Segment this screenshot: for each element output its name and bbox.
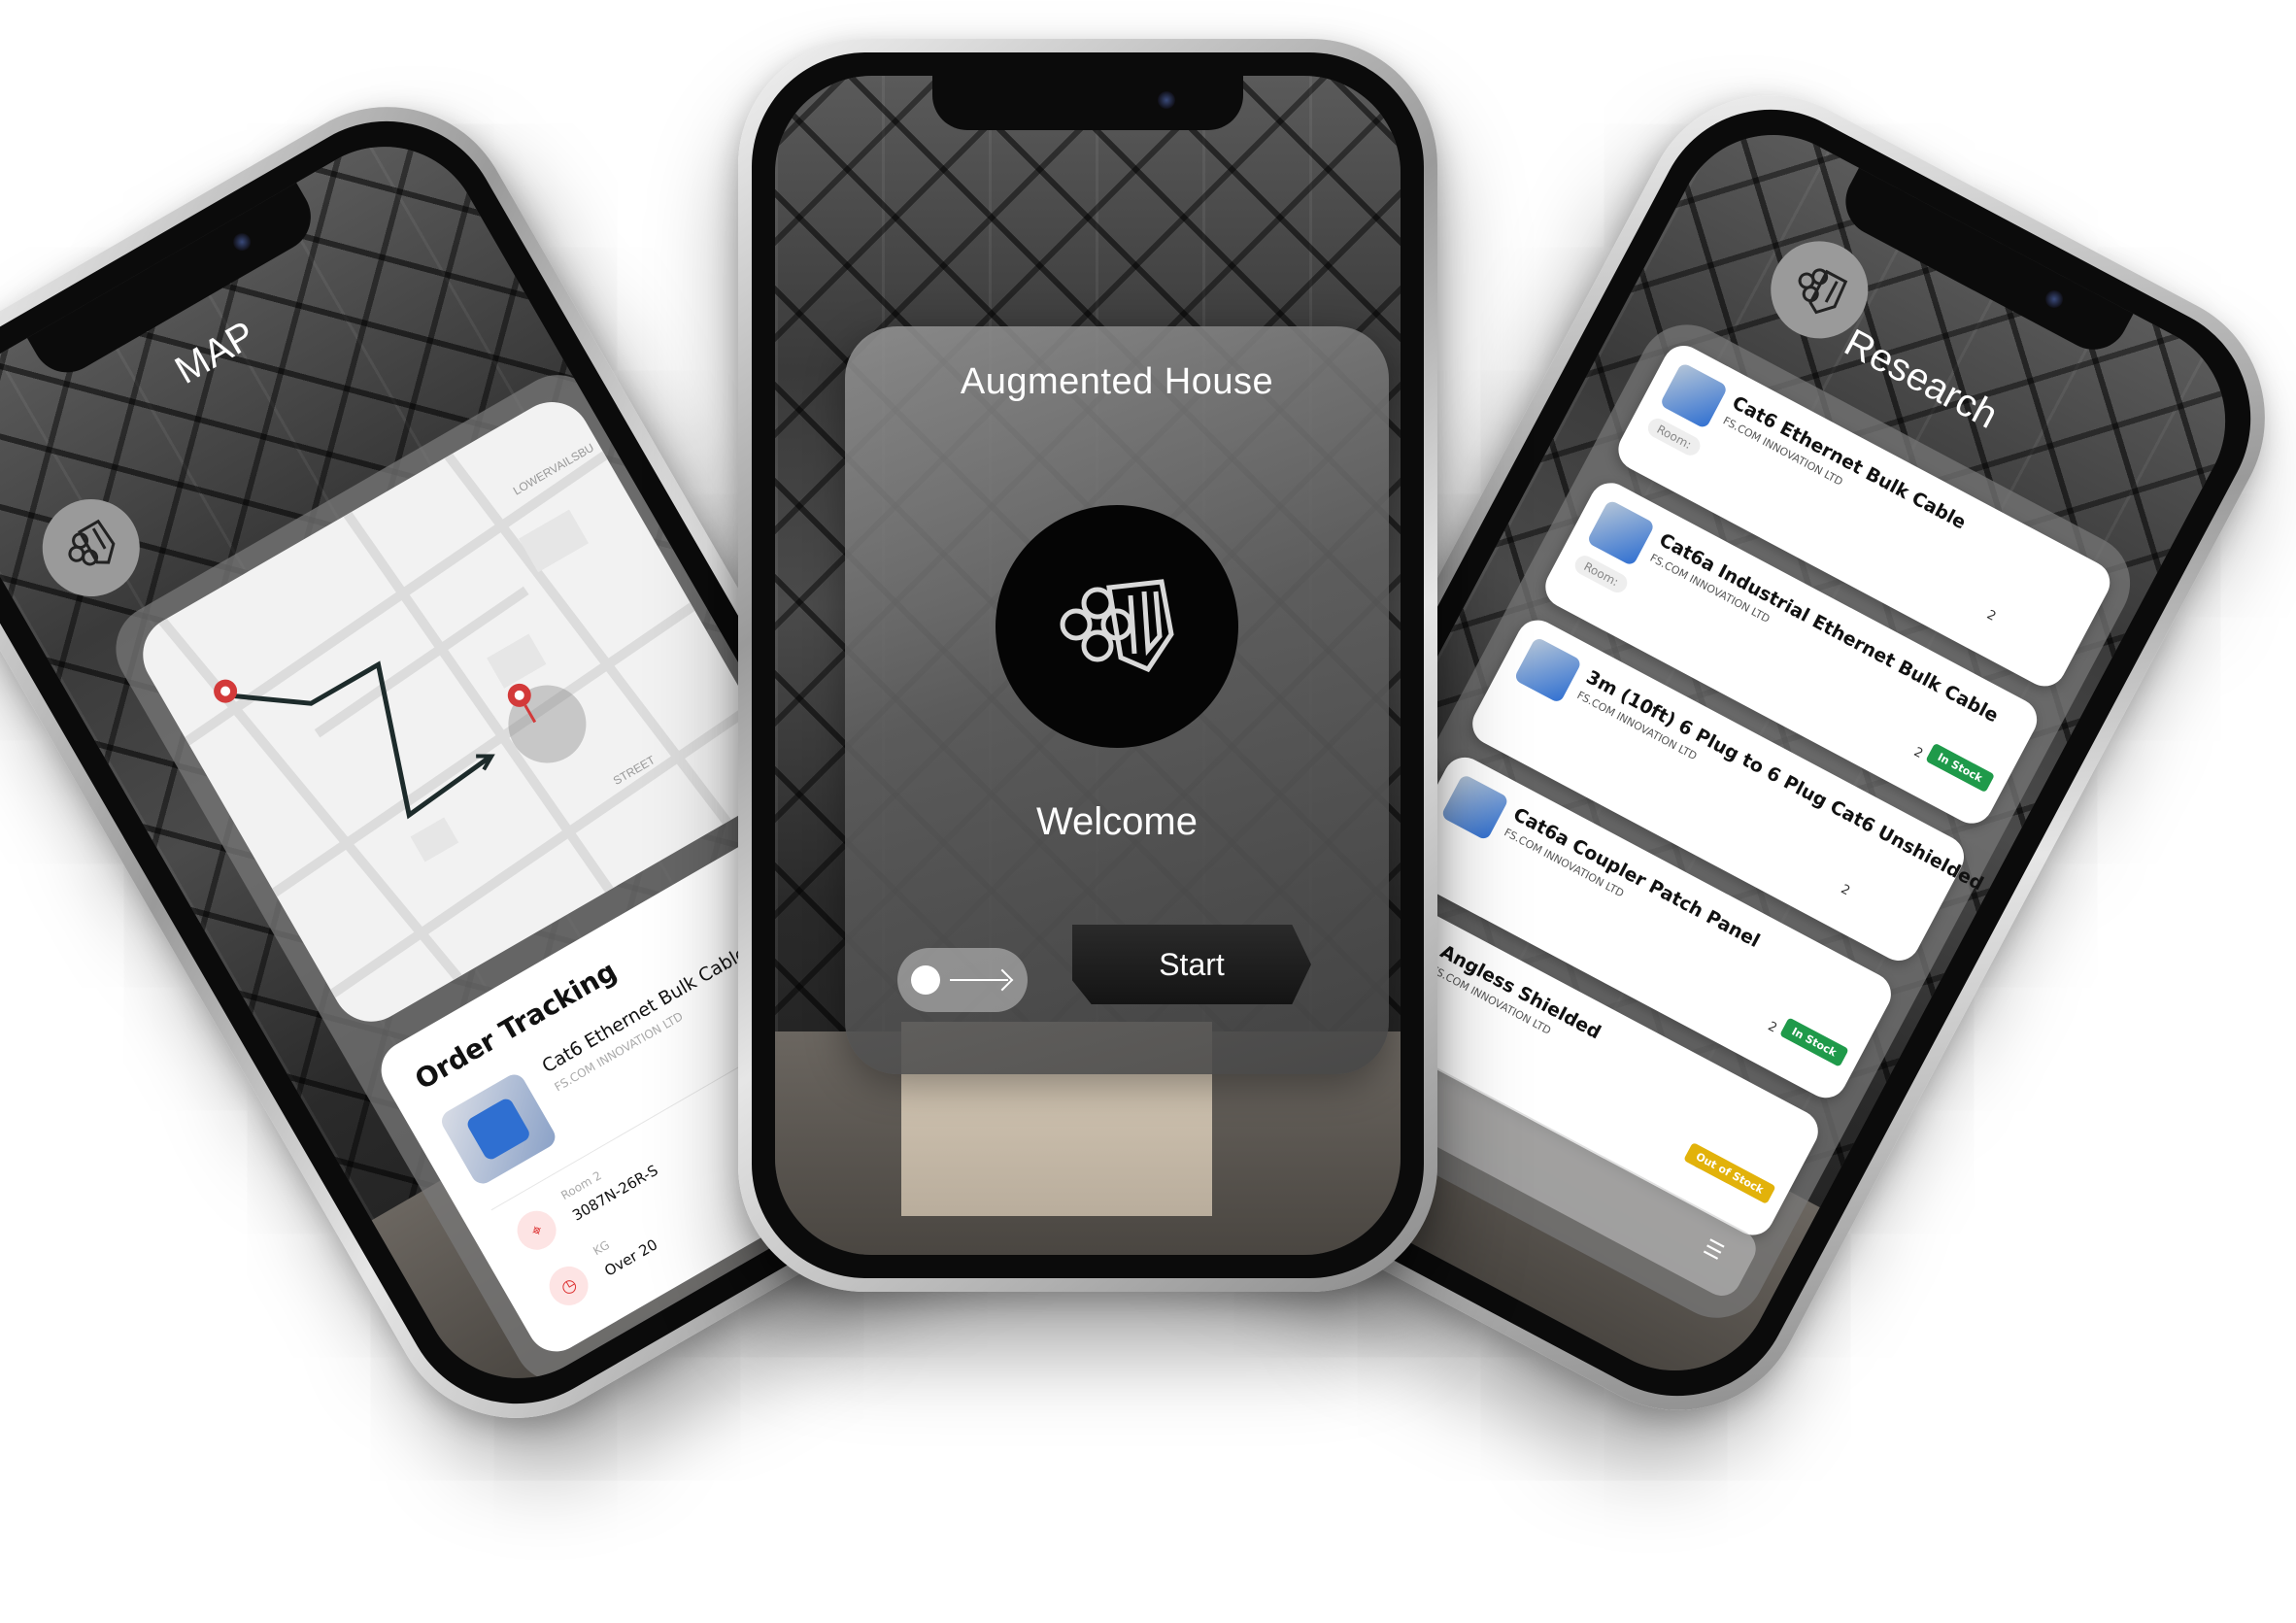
brand-logo-icon xyxy=(1060,579,1174,673)
phone-bezel: Augmented House Welcome Start xyxy=(752,52,1424,1278)
camera-icon xyxy=(229,229,254,254)
destination-radius xyxy=(508,685,587,763)
arrow-right-icon xyxy=(950,979,1008,981)
brand-logo xyxy=(996,505,1238,748)
toggle-knob[interactable] xyxy=(911,965,940,995)
item-quantity: 2 xyxy=(1983,607,1999,625)
stock-badge: In Stock xyxy=(1925,742,1996,794)
product-thumbnail xyxy=(1440,773,1510,841)
start-button[interactable]: Start xyxy=(1072,925,1311,1004)
product-thumbnail xyxy=(1659,361,1729,430)
filter-icon[interactable]: ☰ xyxy=(1696,1235,1738,1277)
product-thumbnail xyxy=(1586,498,1656,567)
weight-label: KG xyxy=(591,1237,613,1259)
stock-badge: Out of Stock xyxy=(1683,1141,1776,1205)
app-title: Augmented House xyxy=(960,361,1274,402)
brand-logo-icon xyxy=(68,519,116,566)
brand-logo-icon xyxy=(1798,268,1848,315)
camera-icon xyxy=(2042,287,2067,312)
room-value: 3087N-26R-S xyxy=(569,1161,661,1225)
stock-badge: In Stock xyxy=(1778,1017,1849,1067)
screen-welcome: Augmented House Welcome Start xyxy=(775,76,1401,1255)
swipe-toggle[interactable] xyxy=(897,948,1028,1012)
welcome-card: Augmented House Welcome Start xyxy=(845,326,1389,1074)
weight-value: Over 20 xyxy=(601,1235,661,1280)
clock-icon: ◷ xyxy=(542,1259,595,1313)
notch xyxy=(932,76,1243,130)
item-quantity: 2 xyxy=(1838,882,1853,899)
location-icon: ⌖ xyxy=(510,1203,563,1258)
product-thumbnail xyxy=(437,1070,559,1188)
phone-welcome: Augmented House Welcome Start xyxy=(738,39,1437,1292)
camera-icon xyxy=(1158,91,1175,109)
item-quantity: 2 xyxy=(1910,744,1926,762)
item-quantity: 2 xyxy=(1765,1019,1779,1036)
welcome-text: Welcome xyxy=(1036,800,1198,843)
product-thumbnail xyxy=(1513,636,1583,704)
